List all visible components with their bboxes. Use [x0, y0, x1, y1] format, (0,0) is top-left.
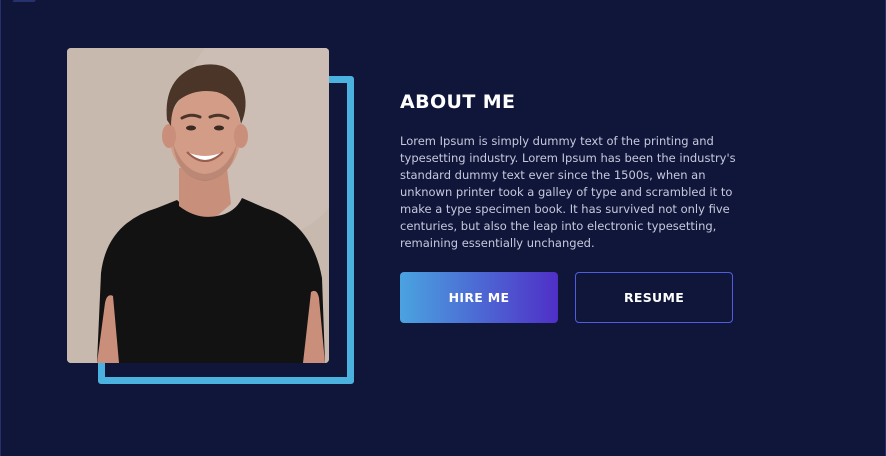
hire-me-button[interactable]: HIRE ME: [400, 272, 558, 323]
profile-photo: [67, 48, 329, 363]
corner-decoration: [8, 0, 36, 8]
profile-photo-block: [67, 48, 354, 384]
action-buttons: HIRE ME RESUME: [400, 272, 733, 323]
portrait-illustration: [67, 48, 329, 363]
about-content: ABOUT ME Lorem Ipsum is simply dummy tex…: [400, 88, 760, 252]
about-title: ABOUT ME: [400, 91, 516, 113]
about-section: ABOUT ME Lorem Ipsum is simply dummy tex…: [0, 0, 886, 456]
about-description: Lorem Ipsum is simply dummy text of the …: [400, 134, 736, 250]
resume-button[interactable]: RESUME: [575, 272, 733, 323]
